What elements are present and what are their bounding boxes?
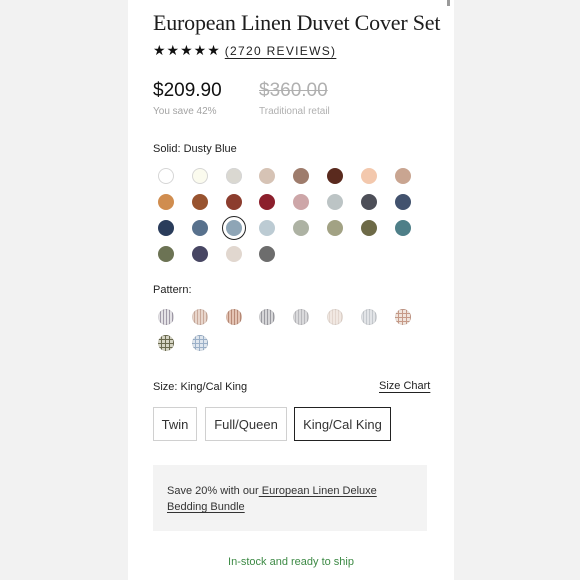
color-swatch[interactable] [259, 168, 276, 184]
color-swatch[interactable] [158, 194, 174, 210]
pattern-label: Pattern: [153, 284, 192, 296]
color-swatch[interactable] [360, 194, 377, 210]
rating-stars-icon: ★★★★★ [153, 42, 221, 58]
size-option-king-cal-king[interactable]: King/Cal King [294, 407, 391, 441]
color-swatch[interactable] [360, 220, 377, 236]
pattern-swatch[interactable] [225, 309, 242, 325]
color-swatch[interactable] [225, 246, 242, 262]
color-swatch[interactable] [394, 168, 411, 184]
color-swatch[interactable] [394, 220, 411, 236]
bundle-promo: Save 20% with our European Linen Deluxe … [153, 465, 427, 531]
pattern-swatch[interactable] [158, 309, 174, 325]
pattern-swatch[interactable] [394, 309, 411, 325]
solid-color-label: Solid: Dusty Blue [153, 143, 237, 155]
size-option-twin[interactable]: Twin [153, 407, 197, 441]
rating: ★★★★★ (2720 REVIEWS) [153, 42, 336, 59]
color-swatch[interactable] [327, 194, 343, 210]
color-swatch[interactable] [191, 220, 208, 236]
stock-status: In-stock and ready to ship [228, 556, 354, 568]
color-swatch[interactable] [293, 220, 310, 236]
product-panel: European Linen Duvet Cover Set ★★★★★ (27… [128, 0, 454, 580]
savings-text: You save 42% [153, 106, 217, 117]
pattern-swatch[interactable] [158, 335, 174, 351]
scrollbar-thumb[interactable] [447, 0, 450, 6]
original-price: $360.00 [259, 80, 328, 101]
size-option-full-queen[interactable]: Full/Queen [205, 407, 287, 441]
color-swatch[interactable] [327, 220, 343, 236]
pattern-swatch[interactable] [360, 309, 377, 325]
color-swatch[interactable] [191, 168, 208, 184]
color-swatch[interactable] [259, 194, 276, 210]
size-chart-link[interactable]: Size Chart [379, 380, 430, 392]
color-swatch[interactable] [327, 168, 343, 184]
color-swatch[interactable] [158, 246, 174, 262]
color-swatch[interactable] [191, 246, 208, 262]
color-swatch[interactable] [225, 194, 242, 210]
size-label: Size: King/Cal King [153, 381, 248, 393]
color-swatch[interactable] [259, 246, 276, 262]
sale-price: $209.90 [153, 80, 222, 101]
pattern-swatch[interactable] [191, 335, 208, 351]
color-swatch[interactable] [293, 194, 310, 210]
pattern-swatch[interactable] [293, 309, 310, 325]
color-swatch[interactable] [394, 194, 411, 210]
pattern-swatch[interactable] [191, 309, 208, 325]
color-swatch[interactable] [225, 220, 242, 236]
color-swatch[interactable] [259, 220, 276, 236]
color-swatch[interactable] [360, 168, 377, 184]
color-swatch[interactable] [225, 168, 242, 184]
color-swatch[interactable] [191, 194, 208, 210]
color-swatch[interactable] [158, 220, 174, 236]
pattern-swatch[interactable] [327, 309, 343, 325]
color-swatch[interactable] [293, 168, 310, 184]
pattern-swatch[interactable] [259, 309, 276, 325]
bundle-promo-text: Save 20% with our [167, 485, 259, 497]
product-title: European Linen Duvet Cover Set [153, 10, 441, 35]
color-swatch[interactable] [158, 168, 174, 184]
reviews-link[interactable]: (2720 REVIEWS) [225, 44, 337, 58]
original-price-label: Traditional retail [259, 106, 330, 117]
